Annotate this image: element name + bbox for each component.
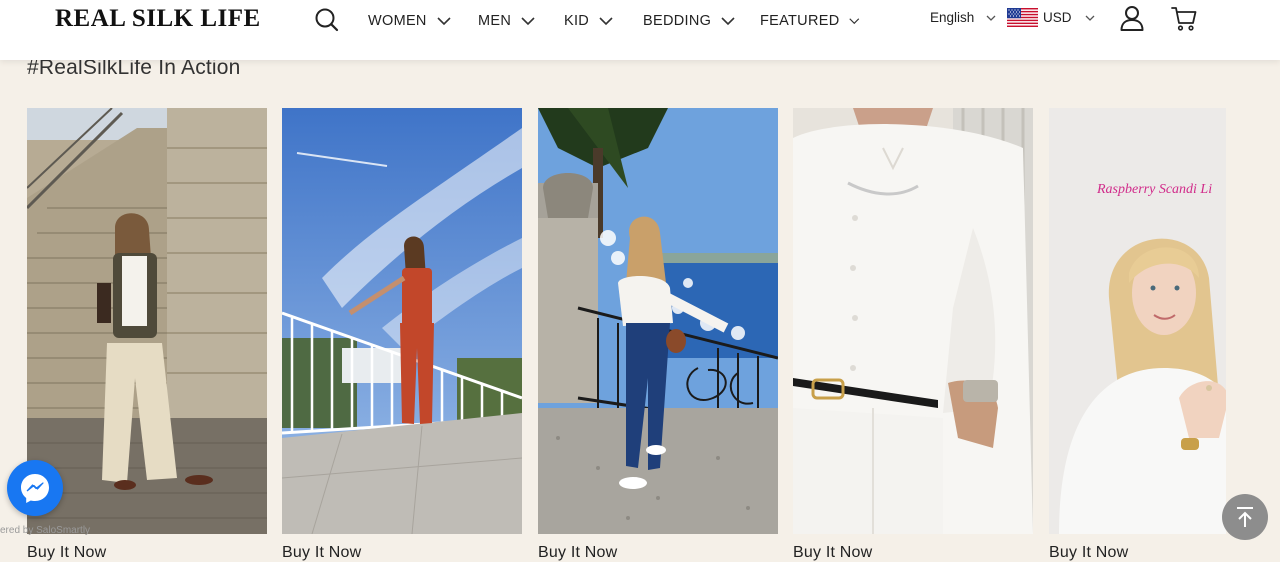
site-logo[interactable]: REAL SILK LIFE [55, 4, 261, 34]
nav-kid[interactable]: KID [564, 10, 643, 32]
gallery-photo[interactable] [793, 108, 1033, 534]
nav-bedding-label: BEDDING [643, 13, 712, 29]
user-icon[interactable] [1119, 5, 1145, 31]
ugc-gallery: Buy It Now Buy It Now Buy It Now Buy It … [27, 108, 1226, 562]
language-label: English [930, 10, 975, 25]
nav-featured-label: FEATURED [760, 13, 840, 29]
chevron-down-icon [1085, 15, 1094, 21]
buy-it-now-link[interactable]: Buy It Now [282, 544, 361, 562]
gallery-card: Buy It Now [793, 108, 1033, 561]
gallery-photo[interactable]: Raspberry Scandi Li [1049, 108, 1226, 534]
photo-caption: Raspberry Scandi Li [1096, 182, 1212, 197]
chevron-down-icon [599, 17, 613, 26]
nav-featured[interactable]: FEATURED [760, 10, 860, 32]
gallery-card: Buy It Now [538, 108, 778, 561]
gallery-photo[interactable] [27, 108, 267, 534]
chevron-down-icon [437, 17, 451, 26]
gallery-card: Buy It Now [282, 108, 522, 561]
buy-it-now-link[interactable]: Buy It Now [1049, 544, 1128, 562]
nav-women[interactable]: WOMEN [368, 10, 478, 32]
gallery-card: Buy It Now [27, 108, 267, 561]
nav-women-label: WOMEN [368, 13, 427, 29]
main-nav: WOMEN MEN KID BEDDING FEATURED [368, 10, 860, 32]
us-flag-icon [1007, 8, 1038, 27]
arrow-up-icon [1237, 507, 1253, 527]
powered-by-text: ered by SaloSmartly [0, 525, 91, 536]
chevron-down-icon [721, 17, 735, 26]
chevron-down-icon [986, 15, 996, 21]
buy-it-now-link[interactable]: Buy It Now [793, 544, 872, 562]
chevron-down-icon [521, 17, 535, 26]
chevron-down-icon [849, 18, 860, 25]
gallery-photo[interactable] [538, 108, 778, 534]
currency-label: USD [1043, 10, 1072, 25]
back-to-top-button[interactable] [1222, 494, 1268, 540]
site-header: REAL SILK LIFE WOMEN MEN KID BEDDING FEA… [0, 0, 1280, 60]
messenger-icon [21, 474, 49, 503]
language-selector[interactable]: English [930, 10, 996, 25]
nav-bedding[interactable]: BEDDING [643, 10, 760, 32]
gallery-card: Raspberry Scandi Li Buy It Now [1049, 108, 1226, 561]
buy-it-now-link[interactable]: Buy It Now [538, 544, 617, 562]
gallery-photo[interactable] [282, 108, 522, 534]
buy-it-now-link[interactable]: Buy It Now [27, 544, 106, 562]
search-icon[interactable] [313, 6, 341, 34]
nav-kid-label: KID [564, 13, 590, 29]
currency-selector[interactable]: USD [1007, 8, 1095, 27]
nav-men-label: MEN [478, 13, 512, 29]
messenger-chat-button[interactable] [7, 460, 63, 516]
nav-men[interactable]: MEN [478, 10, 564, 32]
cart-icon[interactable] [1171, 6, 1197, 32]
